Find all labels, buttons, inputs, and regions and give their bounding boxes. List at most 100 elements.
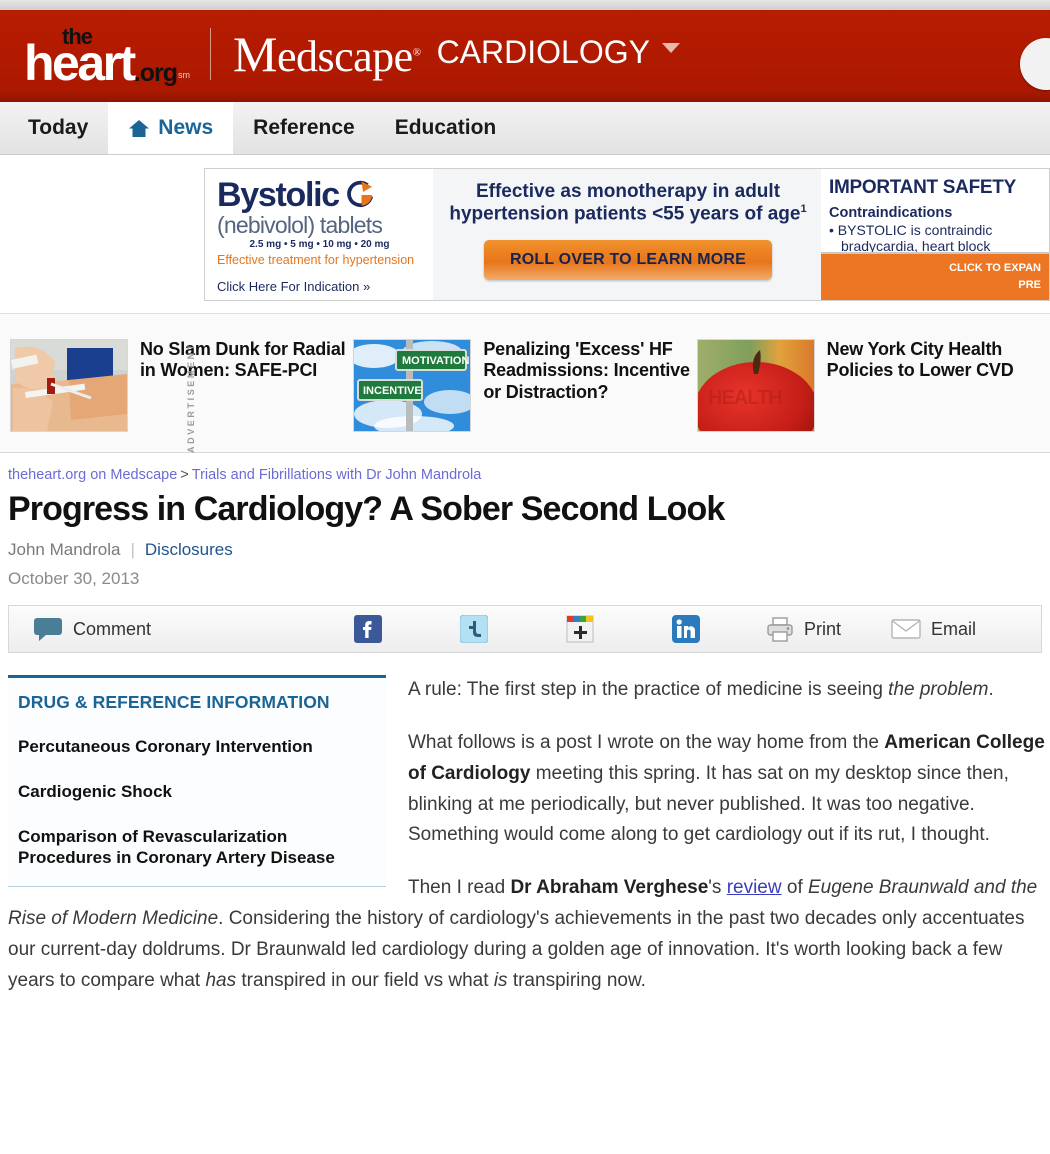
article-header: theheart.org on Medscape > Trials and Fibr…: [0, 453, 1050, 589]
ad-cta-button[interactable]: ROLL OVER TO LEARN MORE: [484, 240, 772, 281]
ad-headline-footnote: 1: [800, 203, 807, 216]
advertisement-label: ADVERTISEMENT: [186, 342, 196, 453]
page-title: Progress in Cardiology? A Sober Second L…: [8, 490, 725, 528]
featured-articles-strip: No Slam Dunk for Radial in Women: SAFE-P…: [0, 313, 1050, 453]
review-link[interactable]: review: [727, 877, 782, 898]
ad-brand-name: Bystolic: [217, 175, 340, 214]
ad-tagline: Effective treatment for hypertension: [217, 252, 415, 267]
teaser-card[interactable]: MOTIVATION INCENTIVE Penalizing 'Excess'…: [353, 335, 696, 432]
ad-generic-name: (nebivolol) tablets: [217, 211, 383, 238]
byline: John Mandrola | Disclosures: [8, 540, 1050, 560]
motivation-incentive-signs-thumbnail[interactable]: MOTIVATION INCENTIVE: [353, 338, 472, 432]
linkedin-icon: [672, 615, 701, 644]
ad-indication-link[interactable]: Click Here For Indication »: [217, 279, 433, 294]
site-masthead: the heart .org sm Medscape® CARDIOLOGY: [0, 10, 1050, 102]
tab-education[interactable]: Education: [375, 102, 517, 154]
p3-text-b: 's: [708, 877, 727, 899]
p3-text-a: Then I read: [408, 877, 511, 899]
chevron-down-icon[interactable]: [661, 43, 680, 53]
sidebar-item-comparison-revascularization[interactable]: Comparison of Revascularization Procedur…: [18, 827, 372, 868]
tab-reference-label: Reference: [253, 116, 355, 139]
tab-today-label: Today: [28, 116, 89, 139]
ad-headline-line1: Effective as monotherapy in adult: [475, 180, 781, 202]
svg-text:MOTIVATION: MOTIVATION: [402, 355, 469, 367]
teaser-title[interactable]: Penalizing 'Excess' HF Readmissions: Inc…: [483, 339, 696, 405]
breadcrumb-separator: >: [180, 467, 189, 483]
p2-text-a: What follows is a post I wrote on the wa…: [408, 732, 885, 754]
print-icon: [767, 617, 793, 643]
p3-bold: Dr Abraham Verghese: [510, 877, 709, 899]
ad-isi-subtitle: Contraindications: [829, 204, 953, 221]
p3-text-e: transpired in our field vs what: [236, 969, 494, 991]
comment-button[interactable]: Comment: [9, 606, 165, 652]
print-button[interactable]: Print: [752, 606, 855, 652]
tab-education-label: Education: [394, 116, 497, 139]
masthead-divider: [209, 28, 211, 80]
svg-text:HEALTH: HEALTH: [708, 387, 782, 409]
addthis-icon: [566, 615, 594, 643]
registered-mark: ®: [412, 46, 421, 59]
health-apple-thumbnail[interactable]: HEALTH: [696, 338, 815, 432]
p1-text-a: A rule: The first step in the practice o…: [408, 679, 889, 701]
teaser-title[interactable]: No Slam Dunk for Radial in Women: SAFE-P…: [140, 339, 353, 383]
print-label: Print: [804, 618, 842, 639]
tab-today[interactable]: Today: [8, 102, 108, 154]
publish-date: October 30, 2013: [8, 569, 140, 589]
teaser-title[interactable]: New York City Health Policies to Lower C…: [827, 339, 1040, 383]
advertisement-zone: ADVERTISEMENT Bystolic (nebivolol) table…: [0, 155, 1050, 453]
ad-expand-line2: PRE: [1018, 279, 1041, 292]
logo-org-text: .org: [133, 59, 178, 87]
sidebar-heading: DRUG & REFERENCE INFORMATION: [18, 692, 330, 713]
ad-headline: Effective as monotherapy in adult hypert…: [445, 181, 811, 227]
specialty-label[interactable]: CARDIOLOGY: [421, 36, 650, 76]
comment-icon: [34, 618, 62, 642]
linkedin-share-button[interactable]: [658, 606, 714, 652]
ad-isi-title: IMPORTANT SAFETY: [829, 176, 1016, 198]
share-toolbar: Comment Print Email: [8, 605, 1042, 654]
bystolic-ad-banner[interactable]: Bystolic (nebivolol) tablets 2.5 mg • 5 …: [204, 167, 1050, 301]
ad-dosage-strengths: 2.5 mg • 5 mg • 10 mg • 20 mg: [249, 238, 390, 250]
medscape-wordmark[interactable]: Medscape®: [233, 29, 421, 83]
medscape-rest: edscape: [276, 32, 413, 81]
sidebar-item-cardiogenic-shock[interactable]: Cardiogenic Shock: [18, 782, 372, 803]
comment-label: Comment: [73, 618, 152, 639]
teaser-card[interactable]: HEALTH New York City Health Policies to …: [696, 335, 1040, 432]
disclosures-link[interactable]: Disclosures: [145, 540, 233, 560]
ad-headline-line2: hypertension patients <55 years of age: [449, 203, 801, 225]
ad-brand-panel: Bystolic (nebivolol) tablets 2.5 mg • 5 …: [205, 168, 433, 300]
search-icon[interactable]: [1020, 38, 1050, 90]
addthis-share-button[interactable]: [552, 606, 608, 652]
logo-servicemark: sm: [177, 70, 190, 80]
p3-text-c: of: [781, 877, 808, 899]
bystolic-swoosh-icon: [347, 180, 373, 207]
primary-navigation: Today News Reference Education: [0, 102, 1050, 155]
email-button[interactable]: Email: [877, 606, 990, 652]
body-paragraph-3: Then I read Dr Abraham Verghese's review…: [8, 873, 1050, 996]
breadcrumb-leaf[interactable]: Trials and Fibrillations with Dr John Ma…: [192, 467, 482, 483]
p1-italic: the problem: [888, 679, 989, 701]
ad-expand-line1: CLICK TO EXPAN: [949, 261, 1041, 274]
home-icon: [129, 119, 150, 137]
ad-expand-button[interactable]: CLICK TO EXPAN PRE: [821, 251, 1049, 300]
logo-the-text: the: [62, 24, 93, 49]
tab-news[interactable]: News: [108, 102, 234, 154]
theheart-org-logo[interactable]: the heart .org sm: [24, 24, 190, 89]
ad-message-panel: Effective as monotherapy in adult hypert…: [433, 168, 821, 300]
breadcrumb-root[interactable]: theheart.org on Medscape: [8, 467, 177, 483]
medscape-initial: M: [232, 26, 277, 82]
email-label: Email: [931, 618, 977, 639]
p3-italic-is: is: [493, 969, 508, 991]
sidebar-item-percutaneous-coronary-intervention[interactable]: Percutaneous Coronary Intervention: [18, 737, 372, 758]
twitter-share-button[interactable]: [446, 606, 502, 652]
teaser-card[interactable]: No Slam Dunk for Radial in Women: SAFE-P…: [10, 335, 353, 432]
tab-reference[interactable]: Reference: [233, 102, 375, 154]
facebook-share-button[interactable]: [340, 606, 396, 652]
radial-access-procedure-thumbnail[interactable]: [10, 338, 128, 432]
tab-news-label: News: [158, 116, 214, 139]
email-icon: [891, 619, 921, 640]
twitter-icon: [460, 615, 489, 644]
p1-text-b: .: [988, 679, 994, 701]
article-content: DRUG & REFERENCE INFORMATION Percutaneou…: [0, 653, 1050, 996]
browser-chrome-strip: [0, 0, 1050, 10]
p3-italic-has: has: [205, 969, 237, 991]
